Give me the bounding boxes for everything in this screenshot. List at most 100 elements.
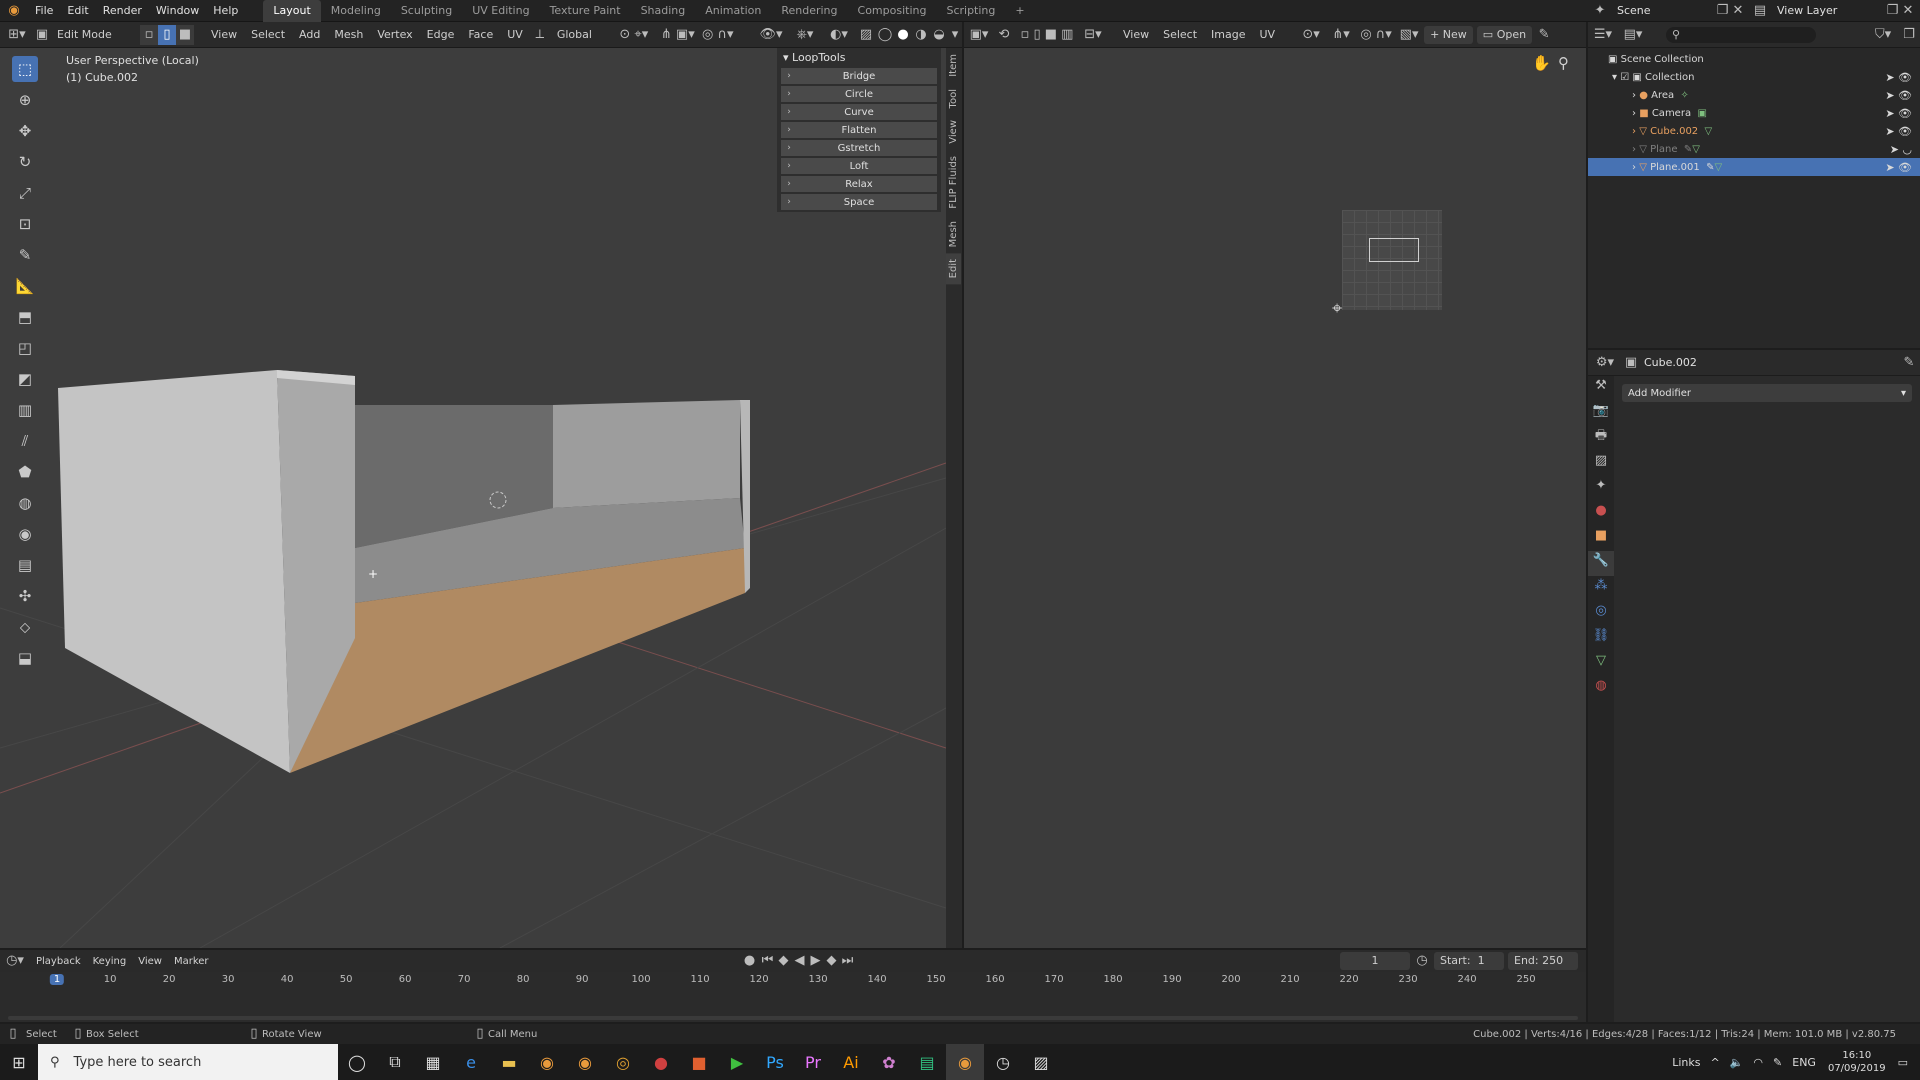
constraints-tab-icon[interactable]: ⛓	[1588, 626, 1614, 651]
display-mode-icon[interactable]: ▤▾	[1618, 25, 1648, 45]
render-tab-icon[interactable]: 📷	[1588, 401, 1614, 426]
proportional-edit-icon[interactable]: ◎ ∩▾	[1356, 25, 1396, 45]
menu-keying[interactable]: Keying	[87, 956, 133, 967]
menu-select[interactable]: Select	[244, 28, 292, 41]
outliner-item-plane-001[interactable]: › ▽ Plane.001 ✎ ▽ ➤ 👁	[1588, 158, 1920, 176]
chrome-icon[interactable]: ◎	[604, 1044, 642, 1080]
pivot-icon[interactable]: ⊙ ⌖▾	[610, 25, 658, 45]
hand-pan-icon[interactable]: ✋	[1532, 54, 1551, 72]
blender-logo-icon[interactable]: ◉	[0, 1, 28, 21]
pin-icon[interactable]: ✎	[1534, 25, 1554, 45]
menu-file[interactable]: File	[28, 0, 60, 22]
looptools-loft[interactable]: › Loft	[781, 158, 937, 174]
timeline-ruler[interactable]: 1 10 20 30 40 50 60 70 80 90 100 110 120 130 140 150 160…	[0, 972, 1586, 990]
visibility-icons[interactable]: ➤ 👁	[1885, 125, 1912, 138]
menu-render[interactable]: Render	[96, 0, 149, 22]
timeline-scrollbar[interactable]	[8, 1016, 1578, 1020]
blender-app-2-icon[interactable]: ◉	[566, 1044, 604, 1080]
sidetab-tool[interactable]: Tool	[946, 83, 961, 114]
cortana-icon[interactable]: ◯	[338, 1044, 376, 1080]
shading-material-icon[interactable]: ◑	[912, 25, 930, 45]
mode-select[interactable]: Edit Mode	[50, 28, 140, 41]
looptools-header[interactable]: ▾ LoopTools	[777, 48, 941, 68]
loop-cut-tool-icon[interactable]: ▥	[12, 397, 38, 423]
extrude-tool-icon[interactable]: ⬒	[12, 304, 38, 330]
file-explorer-icon[interactable]: ▬	[490, 1044, 528, 1080]
outliner-item-cube[interactable]: › ▽ Cube.002 ▽ ➤ 👁	[1588, 122, 1920, 140]
tab-scripting[interactable]: Scripting	[936, 0, 1005, 22]
uv-sync-icon[interactable]: ⟲	[994, 25, 1014, 45]
new-view-layer-icon[interactable]: ❐ ✕	[1880, 1, 1920, 21]
menu-view[interactable]: View	[132, 956, 168, 967]
modifier-tab-icon[interactable]: 🔧	[1588, 551, 1614, 576]
tab-uv-editing[interactable]: UV Editing	[462, 0, 539, 22]
new-image-button[interactable]: + New	[1424, 25, 1473, 44]
next-key-icon[interactable]: ◆	[824, 951, 840, 971]
smooth-tool-icon[interactable]: ◉	[12, 521, 38, 547]
sidetab-flip-fluids[interactable]: FLIP Fluids	[946, 150, 961, 215]
outliner-item-camera[interactable]: › ■ Camera ▣ ➤ 👁	[1588, 104, 1920, 122]
shading-render-icon[interactable]: ◒	[930, 25, 948, 45]
app-colorful-icon[interactable]: ✿	[870, 1044, 908, 1080]
menu-edge[interactable]: Edge	[420, 28, 462, 41]
visibility-icon[interactable]: 👁▾	[754, 25, 788, 45]
select-mode-edge-icon[interactable]: ▯	[158, 24, 176, 45]
tab-animation[interactable]: Animation	[695, 0, 771, 22]
editor-type-icon[interactable]: ⊞▾	[0, 25, 34, 45]
looptools-circle[interactable]: › Circle	[781, 86, 937, 102]
gizmo-icon[interactable]: ⎈▾	[788, 25, 822, 45]
language-indicator[interactable]: ENG	[1792, 1056, 1828, 1069]
network-icon[interactable]: ◠	[1753, 1056, 1773, 1069]
view-layer-tab-icon[interactable]: ▨	[1588, 451, 1614, 476]
move-tool-icon[interactable]: ✥	[12, 118, 38, 144]
calculator-icon[interactable]: ▦	[414, 1044, 452, 1080]
scale-tool-icon[interactable]: ⤢	[12, 180, 38, 206]
menu-marker[interactable]: Marker	[168, 956, 215, 967]
output-tab-icon[interactable]: 🖶	[1588, 426, 1614, 451]
zoom-icon[interactable]: ⚲	[1558, 54, 1569, 72]
blender-active-icon[interactable]: ◉	[946, 1044, 984, 1080]
measure-tool-icon[interactable]: 📐	[12, 273, 38, 299]
rip-tool-icon[interactable]: ⬓	[12, 645, 38, 671]
new-scene-icon[interactable]: ❐ ✕	[1710, 1, 1750, 21]
snap-icon[interactable]: ⋔ ▣▾	[658, 25, 698, 45]
image-browse-icon[interactable]: ▧▾	[1396, 25, 1422, 45]
xray-icon[interactable]: ▨	[856, 25, 876, 45]
editor-type-icon[interactable]: ▣▾	[964, 25, 994, 45]
filter-icon[interactable]: ⛉▾	[1868, 25, 1898, 45]
tab-layout[interactable]: Layout	[263, 0, 321, 22]
tab-shading[interactable]: Shading	[631, 0, 696, 22]
visibility-icons[interactable]: ➤ 👁	[1885, 89, 1912, 102]
shrink-fatten-tool-icon[interactable]: ✣	[12, 583, 38, 609]
add-workspace-button[interactable]: +	[1005, 0, 1034, 22]
select-mode-face-icon[interactable]: ■	[176, 24, 194, 45]
task-view-icon[interactable]: ⧉	[376, 1044, 414, 1080]
pivot-icon[interactable]: ⊙▾	[1296, 25, 1326, 45]
tab-modeling[interactable]: Modeling	[321, 0, 391, 22]
visibility-icons[interactable]: ➤ 👁	[1885, 161, 1912, 174]
collection-row[interactable]: ▾ ☑ ▣ Collection ➤ 👁	[1588, 68, 1920, 86]
looptools-bridge[interactable]: › Bridge	[781, 68, 937, 84]
bevel-tool-icon[interactable]: ◩	[12, 366, 38, 392]
jump-end-icon[interactable]: ⏭	[840, 951, 856, 971]
menu-view[interactable]: View	[204, 28, 244, 41]
taskbar-search[interactable]: ⚲ Type here to search	[38, 1044, 338, 1080]
pin-icon[interactable]: ✎	[1898, 353, 1920, 373]
data-tab-icon[interactable]: ▽	[1588, 651, 1614, 676]
physics-tab-icon[interactable]: ◎	[1588, 601, 1614, 626]
notifications-icon[interactable]: ▭	[1898, 1056, 1920, 1069]
windows-start-icon[interactable]: ⊞	[0, 1044, 38, 1080]
app-orange-icon[interactable]: ■	[680, 1044, 718, 1080]
menu-face[interactable]: Face	[461, 28, 500, 41]
editor-type-icon[interactable]: ◷▾	[0, 951, 30, 971]
app-red-icon[interactable]: ●	[642, 1044, 680, 1080]
media-player-icon[interactable]: ▶	[718, 1044, 756, 1080]
outliner-item-area[interactable]: › ● Area ✧ ➤ 👁	[1588, 86, 1920, 104]
annotate-tool-icon[interactable]: ✎	[12, 242, 38, 268]
object-tab-icon[interactable]: ■	[1588, 526, 1614, 551]
menu-vertex[interactable]: Vertex	[370, 28, 419, 41]
sidetab-mesh[interactable]: Mesh	[946, 215, 961, 253]
menu-window[interactable]: Window	[149, 0, 206, 22]
edge-browser-icon[interactable]: e	[452, 1044, 490, 1080]
view-layer-name[interactable]: View Layer	[1770, 0, 1880, 22]
